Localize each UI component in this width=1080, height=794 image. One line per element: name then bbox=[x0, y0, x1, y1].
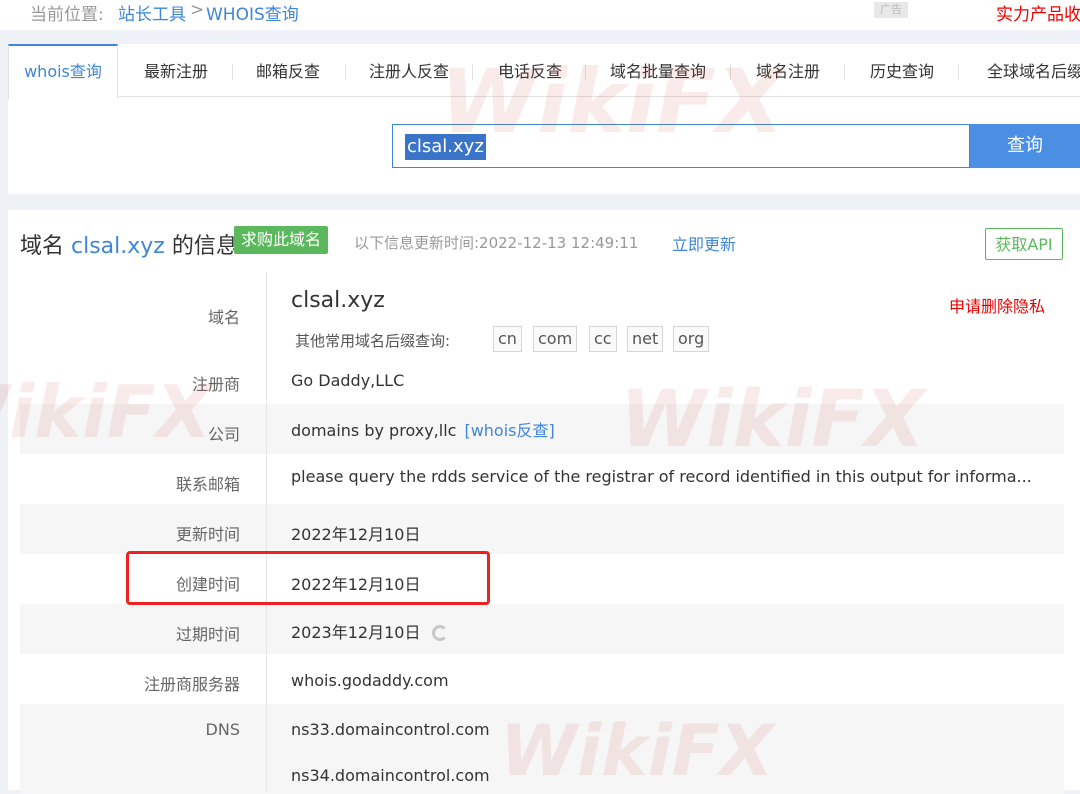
whois-info-card: 域名 clsal.xyz 的信息 求购此域名 以下信息更新时间:2022-12-… bbox=[8, 210, 1080, 794]
update-time-text: 以下信息更新时间:2022-12-13 12:49:11 bbox=[354, 234, 639, 252]
suffix-com-link[interactable]: com bbox=[533, 326, 578, 352]
tab-divider bbox=[844, 64, 845, 80]
breadcrumb-current-link[interactable]: WHOIS查询 bbox=[206, 0, 299, 25]
row-value-whois-server: whois.godaddy.com bbox=[291, 671, 449, 690]
breadcrumb-separator: > bbox=[190, 0, 205, 20]
promo-link[interactable]: 实力产品收录 bbox=[996, 0, 1080, 25]
search-input-text: clsal.xyz bbox=[405, 134, 486, 160]
tab-divider bbox=[472, 64, 473, 80]
tab-whois[interactable]: whois查询 bbox=[8, 44, 118, 99]
row-background bbox=[20, 704, 1064, 794]
row-label-updated: 更新时间 bbox=[175, 525, 240, 544]
tab-divider bbox=[958, 64, 959, 80]
get-api-button[interactable]: 获取API bbox=[985, 228, 1063, 260]
tab-domain-registration[interactable]: 域名注册 bbox=[740, 44, 836, 96]
row-label-company: 公司 bbox=[207, 425, 240, 444]
search-button[interactable]: 查询 bbox=[970, 124, 1080, 168]
row-label-domain: 域名 bbox=[207, 308, 240, 327]
company-name: domains by proxy,llc bbox=[291, 421, 457, 440]
suffix-net-link[interactable]: net bbox=[627, 326, 664, 352]
row-label-whois-server: 注册商服务器 bbox=[143, 675, 240, 694]
search-input[interactable]: clsal.xyz bbox=[392, 124, 970, 168]
row-value-dns-2: ns34.domaincontrol.com bbox=[291, 766, 490, 785]
suffix-query-label: 其他常用域名后缀查询: bbox=[295, 332, 451, 350]
breadcrumb: 当前位置: 站长工具 > WHOIS查询 广告 实力产品收录 bbox=[0, 0, 1080, 30]
row-label-email: 联系邮箱 bbox=[175, 475, 240, 494]
refresh-icon[interactable] bbox=[432, 625, 449, 641]
tab-global-suffix[interactable]: 全球域名后缀 bbox=[980, 44, 1080, 96]
tab-divider bbox=[232, 64, 233, 80]
tab-history[interactable]: 历史查询 bbox=[854, 44, 950, 96]
page-title: 域名 clsal.xyz 的信息 bbox=[20, 228, 238, 260]
ad-tag: 广告 bbox=[874, 2, 908, 18]
whois-reverse-link[interactable]: [whois反查] bbox=[464, 421, 554, 440]
buy-domain-button[interactable]: 求购此域名 bbox=[234, 226, 329, 254]
tab-email-reverse[interactable]: 邮箱反查 bbox=[238, 44, 338, 96]
tab-phone-reverse[interactable]: 电话反查 bbox=[480, 44, 580, 96]
suffix-cn-link[interactable]: cn bbox=[493, 326, 522, 352]
row-value-company: domains by proxy,llc [whois反查] bbox=[291, 417, 555, 441]
title-suffix: 的信息 bbox=[171, 234, 238, 259]
tab-divider bbox=[730, 64, 731, 80]
tab-registrant-reverse[interactable]: 注册人反查 bbox=[353, 44, 465, 96]
tool-tabs: whois查询 最新注册 邮箱反查 注册人反查 电话反查 域名批量查询 域名注册… bbox=[8, 44, 1080, 99]
update-now-link[interactable]: 立即更新 bbox=[672, 231, 736, 255]
row-value-domain: clsal.xyz bbox=[291, 288, 385, 313]
breadcrumb-prefix: 当前位置: bbox=[30, 5, 104, 25]
row-label-registrar: 注册商 bbox=[191, 375, 240, 394]
row-value-dns-1: ns33.domaincontrol.com bbox=[291, 720, 490, 739]
privacy-delete-link[interactable]: 申请删除隐私 bbox=[949, 293, 1045, 317]
suffix-org-link[interactable]: org bbox=[673, 326, 710, 352]
highlight-box bbox=[126, 551, 490, 605]
tab-divider bbox=[585, 64, 586, 80]
row-value-email: please query the rdds service of the reg… bbox=[291, 467, 1032, 486]
tab-divider bbox=[345, 64, 346, 80]
row-value-expires: 2023年12月10日 bbox=[291, 619, 449, 643]
suffix-cc-link[interactable]: cc bbox=[589, 326, 617, 352]
title-prefix: 域名 bbox=[20, 234, 65, 259]
tab-latest-registration[interactable]: 最新注册 bbox=[126, 44, 226, 96]
row-label-dns: DNS bbox=[205, 720, 240, 739]
tab-batch-query[interactable]: 域名批量查询 bbox=[600, 44, 716, 96]
breadcrumb-home-link[interactable]: 站长工具 bbox=[118, 0, 186, 25]
row-value-registrar: Go Daddy,LLC bbox=[291, 371, 405, 390]
title-domain: clsal.xyz bbox=[71, 234, 165, 259]
column-divider bbox=[266, 272, 267, 792]
expiry-date: 2023年12月10日 bbox=[291, 623, 421, 642]
row-value-updated: 2022年12月10日 bbox=[291, 525, 421, 544]
row-label-expires: 过期时间 bbox=[175, 625, 240, 644]
search-card: whois查询 最新注册 邮箱反查 注册人反查 电话反查 域名批量查询 域名注册… bbox=[8, 44, 1080, 194]
